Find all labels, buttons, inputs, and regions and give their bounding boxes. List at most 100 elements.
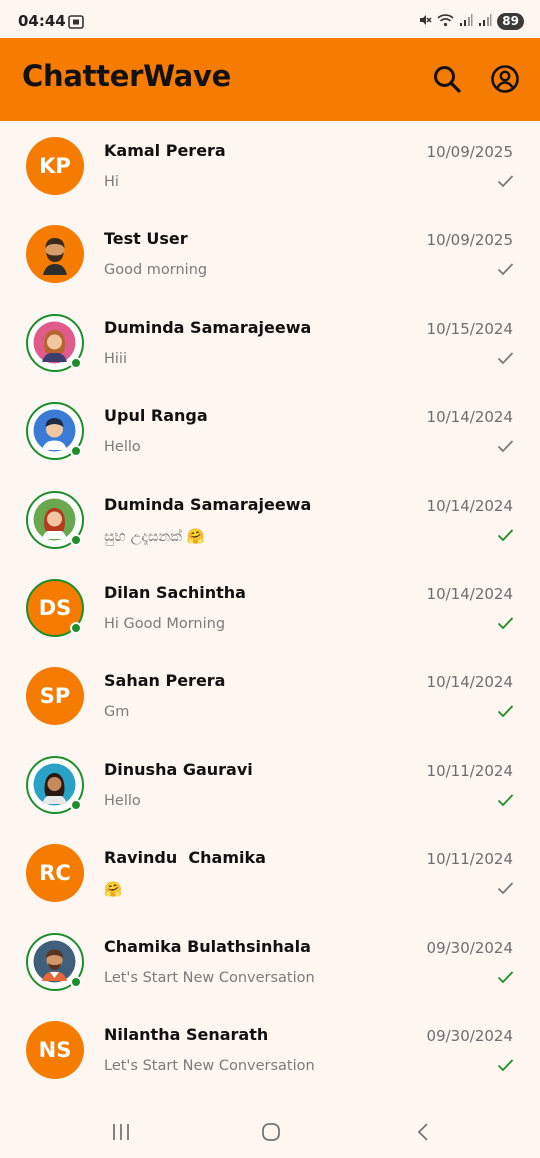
sent-check-icon [497, 882, 514, 895]
chat-preview: Hello [104, 439, 141, 456]
chat-preview: Hi Good Morning [104, 615, 226, 632]
avatar: DS [26, 578, 84, 637]
avatar [26, 225, 84, 284]
sent-check-icon [497, 352, 514, 365]
online-status-dot [70, 975, 82, 988]
read-check-icon [497, 617, 514, 630]
chat-date: 10/14/2024 [426, 673, 513, 692]
chat-list-item[interactable]: Upul Ranga Hello 10/14/2024 [0, 386, 540, 474]
chat-list-item[interactable]: Dinusha Gauravi Hello 10/11/2024 [0, 740, 540, 828]
system-nav-bar [0, 1106, 540, 1158]
read-check-icon [497, 970, 514, 983]
sent-check-icon [497, 440, 514, 453]
read-check-icon [497, 1059, 514, 1072]
chat-name: Dilan Sachintha [104, 582, 246, 602]
avatar [26, 490, 84, 549]
chat-date: 10/14/2024 [426, 408, 513, 427]
chat-name: Test User [104, 229, 188, 249]
chat-preview: Hi [104, 174, 119, 190]
man-beard-avatar-icon [32, 231, 78, 278]
avatar [26, 313, 84, 372]
read-check-icon [497, 705, 514, 718]
chat-date: 10/11/2024 [426, 761, 513, 780]
avatar [26, 402, 84, 461]
chat-name: Sahan Perera [104, 671, 226, 691]
read-check-icon [497, 794, 514, 807]
status-time: 04:44 [18, 12, 66, 30]
avatar [26, 932, 84, 991]
man-avatar-icon [33, 940, 76, 983]
chat-preview: Good morning [104, 262, 208, 279]
chat-list-item[interactable]: RC Ravindu Chamika 🤗 10/11/2024 [0, 828, 540, 916]
chat-date: 10/09/2025 [426, 143, 513, 161]
chat-preview: Let's Start New Conversation [104, 969, 315, 986]
avatar-initials: NS [38, 1037, 72, 1062]
status-bar: 04:44 89 [0, 0, 540, 38]
online-status-dot [70, 356, 82, 369]
chat-name: Upul Ranga [104, 406, 208, 426]
chat-date: 10/14/2024 [426, 496, 513, 515]
online-status-dot [70, 798, 82, 811]
chat-preview: Gm [104, 704, 130, 721]
signal-icon [478, 12, 492, 31]
chat-list-item[interactable]: KP Kamal Perera Hi 10/09/2025 [0, 121, 540, 209]
online-status-dot [70, 621, 82, 634]
chat-date: 10/14/2024 [426, 584, 513, 603]
chat-list-item[interactable]: SP Sahan Perera Gm 10/14/2024 [0, 651, 540, 739]
avatar [26, 755, 84, 814]
sent-check-icon [497, 175, 514, 188]
chat-list-item[interactable]: Duminda Samarajeewa සුභ උදෑසනක් 🤗 10/14/… [0, 475, 540, 563]
chat-preview: Hiii [104, 350, 127, 367]
chat-date: 10/15/2024 [426, 319, 513, 338]
chat-date: 10/11/2024 [426, 850, 513, 869]
chat-name: Duminda Samarajeewa [104, 494, 312, 514]
chat-name: Dinusha Gauravi [104, 759, 253, 779]
avatar-initials: SP [39, 684, 71, 709]
chat-name: Kamal Perera [104, 141, 226, 160]
chat-preview: සුභ උදෑසනක් 🤗 [104, 528, 205, 545]
online-status-dot [70, 533, 82, 546]
chat-list-item[interactable]: DS Dilan Sachintha Hi Good Morning 10/14… [0, 563, 540, 651]
online-status-dot [70, 445, 82, 458]
battery-level: 89 [497, 12, 524, 30]
wifi-icon [437, 12, 454, 31]
status-icons: 89 [418, 12, 524, 30]
chat-list-item[interactable]: Chamika Bulathsinhala Let's Start New Co… [0, 917, 540, 1005]
chat-list-item[interactable]: NS Nilantha Senarath Let's Start New Con… [0, 1005, 540, 1093]
read-check-icon [497, 528, 514, 541]
avatar: SP [26, 667, 84, 726]
screenshot-icon [68, 14, 84, 33]
signal-icon [459, 12, 473, 31]
avatar-initials: KP [39, 154, 71, 178]
avatar: KP [26, 137, 84, 195]
chat-preview: Let's Start New Conversation [104, 1057, 315, 1074]
account-icon[interactable] [490, 64, 520, 94]
avatar-initials: RC [39, 861, 71, 886]
avatar: RC [26, 844, 84, 903]
mute-icon [418, 12, 432, 31]
chat-list-item[interactable]: Duminda Samarajeewa Hiii 10/15/2024 [0, 298, 540, 386]
app-bar: ChatterWave [0, 38, 540, 121]
recent-apps-icon[interactable] [111, 1122, 131, 1146]
search-icon[interactable] [432, 64, 462, 94]
chat-name: Duminda Samarajeewa [104, 317, 312, 337]
chat-list: KP Kamal Perera Hi 10/09/2025 Test User … [0, 121, 540, 1093]
woman-avatar-icon [33, 321, 76, 364]
chat-name: Nilantha Senarath [104, 1024, 269, 1044]
chat-list-item[interactable]: Test User Good morning 10/09/2025 [0, 209, 540, 297]
chat-date: 10/09/2025 [426, 231, 513, 250]
chat-date: 09/30/2024 [426, 938, 513, 957]
home-icon[interactable] [261, 1122, 281, 1146]
woman-red-hair-avatar-icon [33, 498, 76, 541]
chat-preview: Hello [104, 792, 141, 809]
back-icon[interactable] [414, 1122, 434, 1146]
avatar-initials: DS [38, 595, 72, 620]
avatar: NS [26, 1020, 84, 1079]
chat-name: Ravindu Chamika [104, 848, 266, 868]
sent-check-icon [497, 263, 514, 276]
chat-date: 09/30/2024 [426, 1026, 513, 1045]
chat-name: Chamika Bulathsinhala [104, 936, 311, 956]
chat-preview: 🤗 [104, 882, 123, 899]
woman-dark-hair-avatar-icon [33, 763, 76, 806]
app-title: ChatterWave [22, 59, 231, 93]
